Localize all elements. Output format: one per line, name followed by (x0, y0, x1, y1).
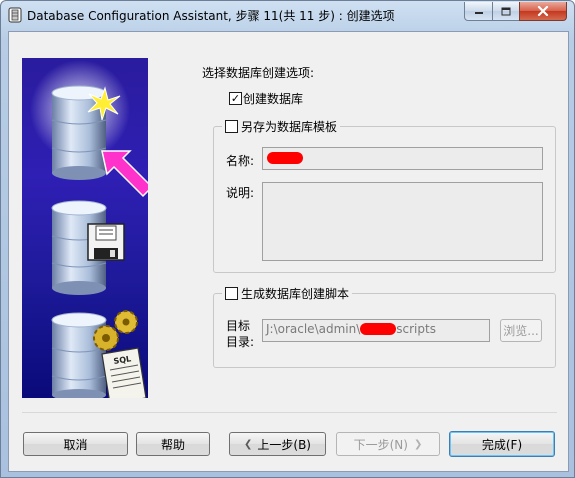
path-prefix: J:\oracle\admin\ (266, 322, 361, 336)
cancel-button-label: 取消 (63, 437, 88, 452)
chevron-left-icon: ❮ (244, 438, 253, 450)
template-description-label: 说明: (226, 186, 255, 200)
maximize-button[interactable] (492, 2, 520, 21)
destination-label-line2: 目录: (226, 335, 255, 349)
redaction-mark (360, 323, 397, 335)
template-description-field[interactable] (262, 182, 543, 261)
template-name-field[interactable] (262, 147, 543, 170)
save-template-checkbox[interactable] (225, 120, 238, 133)
template-name-label: 名称: (226, 154, 255, 168)
generate-scripts-label[interactable]: 生成数据库创建脚本 (241, 285, 349, 302)
sql-scroll-icon: SQL (101, 347, 147, 405)
arrow-icon (101, 150, 154, 198)
redaction-mark (267, 152, 303, 164)
destination-path-field[interactable]: J:\oracle\admin\ scripts (262, 319, 490, 342)
close-icon (537, 6, 549, 16)
close-button[interactable] (519, 2, 567, 21)
minimize-icon (474, 12, 483, 14)
save-template-label[interactable]: 另存为数据库模板 (241, 118, 337, 135)
path-suffix: scripts (396, 322, 436, 336)
button-divider (22, 412, 557, 413)
help-button-label: 帮助 (160, 437, 185, 452)
dialog-body: SQL 选择数据库创建选项: ✓ 创建数据库 另存为数据库模板 名称: 说明: … (8, 31, 569, 472)
maximize-icon (501, 7, 511, 15)
destination-path-text: J:\oracle\admin\ scripts (266, 322, 436, 336)
finish-button[interactable]: 完成(F) (449, 431, 555, 457)
finish-button-label: 完成(F) (481, 437, 523, 452)
back-button[interactable]: ❮ 上一步(B) (229, 432, 326, 456)
title-bar[interactable]: Database Configuration Assistant, 步骤 11(… (1, 1, 574, 29)
save-template-legend: 另存为数据库模板 (222, 118, 341, 135)
destination-label-line1: 目标 (226, 319, 251, 333)
browse-button[interactable]: 浏览... (500, 319, 542, 342)
app-icon (8, 7, 22, 23)
options-heading: 选择数据库创建选项: (202, 66, 315, 80)
next-button-label: 下一步(N) (353, 437, 408, 452)
cancel-button[interactable]: 取消 (23, 432, 128, 456)
floppy-disk-icon (87, 223, 125, 261)
generate-scripts-checkbox[interactable] (225, 287, 238, 300)
chevron-right-icon: ❯ (413, 438, 423, 450)
minimize-button[interactable] (464, 2, 493, 21)
dbca-window: Database Configuration Assistant, 步骤 11(… (0, 0, 575, 478)
database-icon (51, 312, 107, 401)
next-button[interactable]: 下一步(N) ❯ (336, 432, 440, 456)
window-title: Database Configuration Assistant, 步骤 11(… (27, 9, 395, 23)
help-button[interactable]: 帮助 (136, 432, 210, 456)
wizard-illustration: SQL (22, 58, 154, 405)
create-database-label[interactable]: 创建数据库 (243, 90, 303, 107)
back-button-label: 上一步(B) (257, 437, 311, 452)
generate-scripts-legend: 生成数据库创建脚本 (222, 285, 353, 302)
create-database-checkbox[interactable]: ✓ (229, 92, 242, 105)
